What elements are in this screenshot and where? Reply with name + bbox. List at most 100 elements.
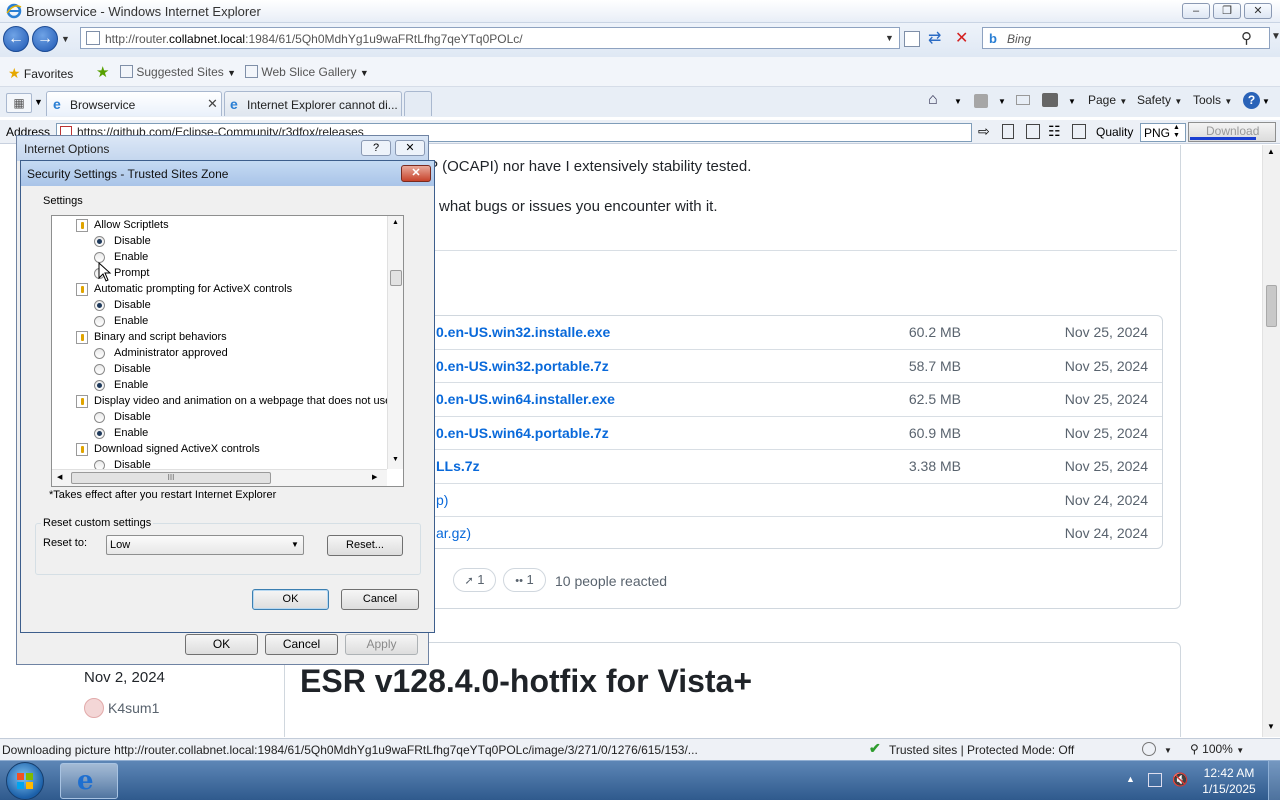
asset-row[interactable]: 0.en-US.win64.installer.exe 62.5 MB Nov 25…	[376, 383, 1162, 417]
zone-text[interactable]: Trusted sites | Protected Mode: Off	[889, 743, 1074, 757]
assets-list: 0.en-US.win32.installe.exe 60.2 MB Nov 25,…	[375, 315, 1163, 549]
help-button[interactable]: ?	[361, 140, 391, 156]
quick-tabs-icon[interactable]: ▦	[6, 93, 32, 113]
options-cancel-button[interactable]: Cancel	[265, 634, 338, 655]
clipboard-icon[interactable]	[1072, 124, 1086, 139]
quality-select[interactable]: PNG ▲ ▼	[1140, 123, 1186, 142]
search-placeholder: Bing	[1007, 32, 1032, 46]
ok-button[interactable]: OK	[252, 589, 329, 610]
home-icon[interactable]: ⌂	[928, 91, 938, 109]
bookmark-icon[interactable]	[1002, 124, 1014, 139]
asset-row[interactable]: LLs.7z 3.38 MB Nov 25, 2024	[376, 450, 1162, 484]
tab-list-dropdown-icon[interactable]: ▼	[34, 97, 43, 107]
back-button[interactable]: ←	[3, 26, 29, 52]
find-icon[interactable]: ☷	[1048, 123, 1061, 140]
go-icon[interactable]: ⇨	[978, 123, 990, 140]
chevron-down-icon[interactable]: ▼	[1262, 97, 1270, 106]
compatibility-view-icon[interactable]	[904, 31, 920, 47]
chevron-down-icon[interactable]: ▼	[998, 97, 1006, 106]
tree-option[interactable]: Administrator approved	[94, 347, 294, 361]
search-dropdown-icon[interactable]: ▼	[1271, 31, 1280, 42]
safety-menu[interactable]: Safety ▼	[1137, 93, 1182, 107]
tree-group: Display video and animation on a webpage…	[76, 395, 387, 408]
tree-hscrollbar[interactable]: ◀ III ▶	[52, 469, 387, 486]
network-icon[interactable]	[1148, 773, 1162, 787]
tree-group: Allow Scriptlets	[76, 219, 169, 232]
volume-mute-icon[interactable]: 🔇	[1172, 772, 1188, 788]
url-dropdown-icon[interactable]: ▼	[885, 33, 894, 43]
reaction-rocket[interactable]: ➚ 1	[453, 568, 496, 592]
reaction-eyes[interactable]: •• 1	[503, 568, 546, 592]
tray-expand-icon[interactable]: ▲	[1126, 774, 1135, 784]
tree-option[interactable]: Disable	[94, 299, 294, 313]
search-icon[interactable]: ⚲	[1241, 29, 1252, 47]
maximize-button[interactable]: ❐	[1213, 3, 1241, 19]
ie-logo-icon	[6, 3, 22, 19]
chevron-down-icon[interactable]: ▼	[1068, 97, 1076, 106]
start-button[interactable]	[6, 762, 44, 800]
tree-vscrollbar[interactable]: ▲ ▼	[387, 216, 403, 469]
tree-option[interactable]: Enable	[94, 427, 294, 441]
new-tab-button[interactable]	[404, 91, 432, 116]
release-notes-line: IP (OCAPI) nor have I extensively stabil…	[424, 158, 752, 175]
tree-option[interactable]: Disable	[94, 363, 294, 377]
tree-option[interactable]: Disable	[94, 459, 294, 469]
tab-browservice[interactable]: e Browservice ✕	[46, 91, 222, 116]
add-favorite-icon[interactable]: ★	[96, 63, 109, 81]
history-dropdown-icon[interactable]: ▼	[61, 34, 70, 44]
taskbar: e ▲ 🔇 12:42 AM 1/15/2025	[0, 760, 1280, 800]
asset-row[interactable]: ar.gz) Nov 24, 2024	[376, 517, 1162, 551]
quality-label: Quality	[1096, 125, 1134, 139]
tree-option[interactable]: Disable	[94, 235, 294, 249]
feeds-icon[interactable]	[974, 94, 988, 108]
tab-ie-cannot-display[interactable]: e Internet Explorer cannot di...	[224, 91, 402, 116]
close-button[interactable]: ✕	[395, 140, 425, 156]
reset-level-select[interactable]: Low ▼	[106, 535, 304, 555]
tree-option[interactable]: Prompt	[94, 267, 294, 281]
close-icon[interactable]: ✕	[401, 165, 431, 182]
asset-row[interactable]: 0.en-US.win32.installe.exe 60.2 MB Nov 25,…	[376, 316, 1162, 350]
settings-tree[interactable]: Allow Scriptlets Disable Enable Prompt A…	[51, 215, 404, 487]
search-box[interactable]: b Bing ⚲	[982, 27, 1270, 49]
url-field[interactable]: http://router.collabnet.local:1984/61/5Q…	[80, 27, 900, 49]
refresh-icon[interactable]: ⇄	[928, 28, 941, 48]
asset-row[interactable]: p) Nov 24, 2024	[376, 484, 1162, 517]
asset-row[interactable]: 0.en-US.win64.portable.7z 60.9 MB Nov 25, …	[376, 417, 1162, 450]
download-button[interactable]: Download	[1188, 122, 1276, 142]
options-apply-button[interactable]: Apply	[345, 634, 418, 655]
clock-time[interactable]: 12:42 AM	[1203, 766, 1255, 780]
suggested-sites-button[interactable]: Suggested Sites ▼	[120, 65, 236, 79]
reset-button[interactable]: Reset...	[327, 535, 403, 556]
tree-option[interactable]: Disable	[94, 411, 294, 425]
release-title[interactable]: ESR v128.4.0-hotfix for Vista+	[300, 663, 752, 700]
chevron-down-icon[interactable]: ▼	[1164, 746, 1172, 755]
options-ok-button[interactable]: OK	[185, 634, 258, 655]
release-author[interactable]: K4sum1	[108, 700, 159, 716]
clock-date[interactable]: 1/15/2025	[1200, 782, 1258, 796]
page-menu[interactable]: Page ▼	[1088, 93, 1127, 107]
web-slice-gallery-button[interactable]: Web Slice Gallery ▼	[245, 65, 369, 79]
find-text-icon[interactable]	[1026, 124, 1040, 139]
forward-button[interactable]: →	[32, 26, 58, 52]
help-icon[interactable]: ?	[1243, 92, 1260, 109]
show-desktop-button[interactable]	[1268, 761, 1280, 800]
taskbar-ie-button[interactable]: e	[60, 763, 118, 799]
chevron-down-icon[interactable]: ▼	[954, 97, 962, 106]
print-icon[interactable]	[1042, 93, 1058, 107]
tree-option[interactable]: Enable	[94, 379, 294, 393]
favorites-button[interactable]: ★ Favorites	[8, 65, 73, 82]
tree-option[interactable]: Enable	[94, 315, 294, 329]
tree-option[interactable]: Enable	[94, 251, 294, 265]
zoom-control[interactable]: ⚲ 100% ▼	[1190, 742, 1244, 756]
stop-icon[interactable]: ✕	[955, 28, 968, 48]
tools-menu[interactable]: Tools ▼	[1193, 93, 1232, 107]
protected-mode-icon[interactable]	[1142, 742, 1156, 756]
close-tab-icon[interactable]: ✕	[207, 96, 218, 112]
cancel-button[interactable]: Cancel	[341, 589, 419, 610]
page-scrollbar[interactable]: ▲ ▼	[1262, 145, 1280, 737]
read-mail-icon[interactable]	[1016, 95, 1030, 105]
error-tab-icon: e	[230, 96, 238, 112]
minimize-button[interactable]: –	[1182, 3, 1210, 19]
asset-row[interactable]: 0.en-US.win32.portable.7z 58.7 MB Nov 25, …	[376, 350, 1162, 383]
close-window-button[interactable]: ✕	[1244, 3, 1272, 19]
